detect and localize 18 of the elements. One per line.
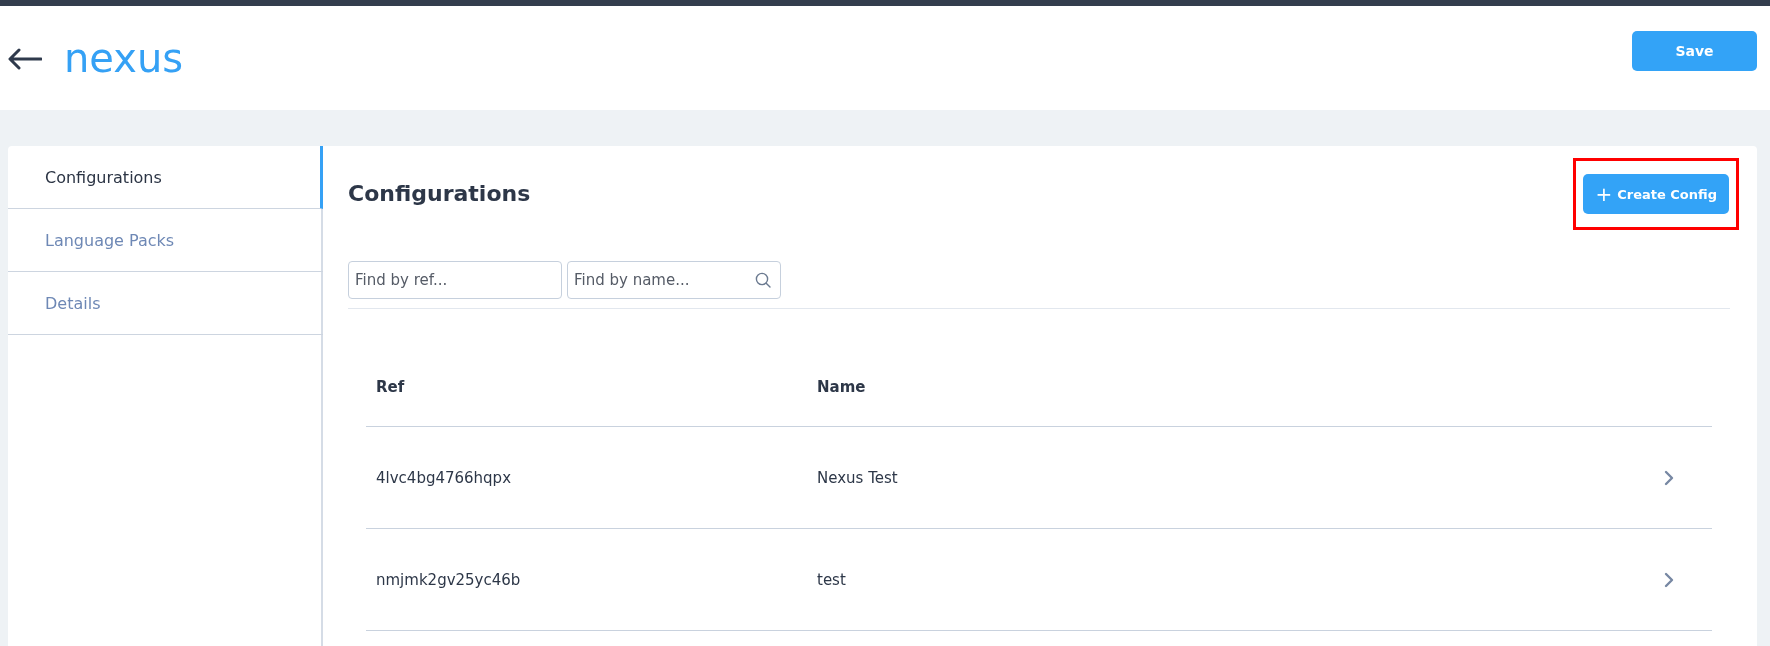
table-cell-text: nmjmk2gv25yc46b <box>375 570 522 589</box>
page-title: nexus <box>64 35 185 81</box>
chevron-right-icon[interactable] <box>1664 571 1674 588</box>
back-arrow-icon[interactable] <box>8 48 42 70</box>
sidebar-item[interactable]: Configurations <box>8 146 323 209</box>
sidebar-item[interactable]: Language Packs <box>8 209 323 272</box>
save-button[interactable]: Save <box>1632 31 1757 71</box>
search-field[interactable]: Find by ref... <box>348 261 562 299</box>
table-cell-text: test <box>817 570 847 589</box>
column-header: Name <box>817 377 867 396</box>
column-header: Ref <box>375 377 406 396</box>
search-field[interactable]: Find by name... <box>567 261 781 299</box>
table-cell-text: 4lvc4bg4766hqpx <box>375 468 513 487</box>
chevron-right-icon[interactable] <box>1664 469 1674 486</box>
sidebar-item[interactable]: Details <box>8 272 323 335</box>
section-title: Configurations <box>348 180 531 206</box>
table-cell-text: Nexus Test <box>817 468 899 487</box>
create-config-button[interactable]: + Create Config <box>1583 174 1729 214</box>
